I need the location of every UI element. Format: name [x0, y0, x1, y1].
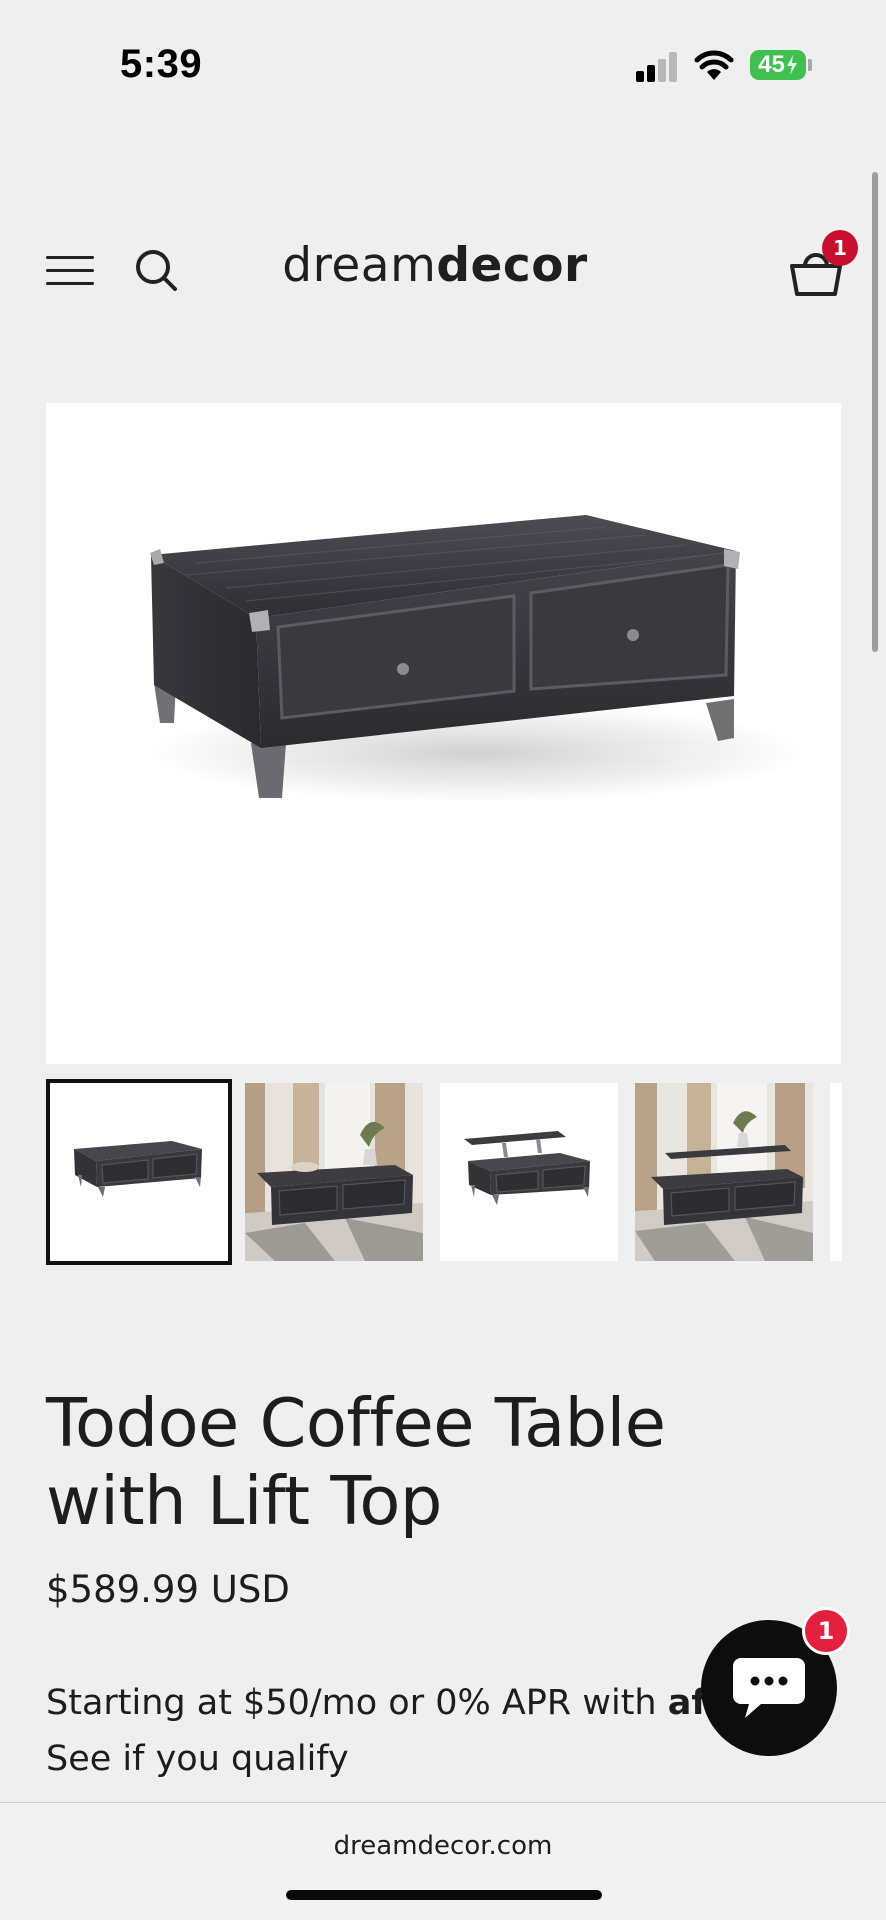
battery-charging-icon: 45: [750, 50, 806, 80]
logo-light-text: dream: [282, 238, 437, 293]
browser-url-bar[interactable]: dreamdecor.com: [0, 1802, 886, 1920]
site-header: dreamdecor: [0, 220, 886, 320]
chat-notification-badge: 1: [802, 1607, 850, 1655]
status-bar: 5:39 45: [0, 0, 886, 130]
thumbnail-3[interactable]: [440, 1083, 618, 1261]
search-icon[interactable]: [132, 246, 180, 294]
battery-cap: [808, 59, 812, 71]
financing-copy: Starting at $50/mo or 0% APR with: [46, 1683, 668, 1723]
thumbnail-strip: [46, 1079, 842, 1265]
thumbnail-2[interactable]: [245, 1083, 423, 1261]
hamburger-menu-icon[interactable]: [44, 253, 96, 289]
product-price: $589.99 USD: [46, 1568, 290, 1611]
product-title: Todoe Coffee Table with Lift Top: [46, 1384, 666, 1540]
product-main-image[interactable]: [46, 403, 841, 1064]
thumbnail-1[interactable]: [46, 1079, 232, 1265]
cart-count-badge: 1: [822, 230, 858, 266]
url-text[interactable]: dreamdecor.com: [0, 1831, 886, 1861]
battery-level: 45: [758, 51, 785, 78]
cellular-signal-icon: [636, 50, 680, 82]
logo-bold-text: decor: [436, 238, 588, 293]
see-if-you-qualify-link[interactable]: See if you qualify: [46, 1739, 349, 1779]
status-time: 5:39: [120, 42, 203, 86]
thumbnail-5-partial[interactable]: [830, 1083, 842, 1261]
site-logo[interactable]: dreamdecor: [270, 238, 600, 293]
thumbnail-4[interactable]: [635, 1083, 813, 1261]
wifi-icon: [694, 50, 734, 82]
chat-bubble-icon: [733, 1658, 805, 1718]
home-indicator[interactable]: [286, 1890, 602, 1900]
financing-text: Starting at $50/mo or 0% APR with affirm: [46, 1683, 726, 1739]
